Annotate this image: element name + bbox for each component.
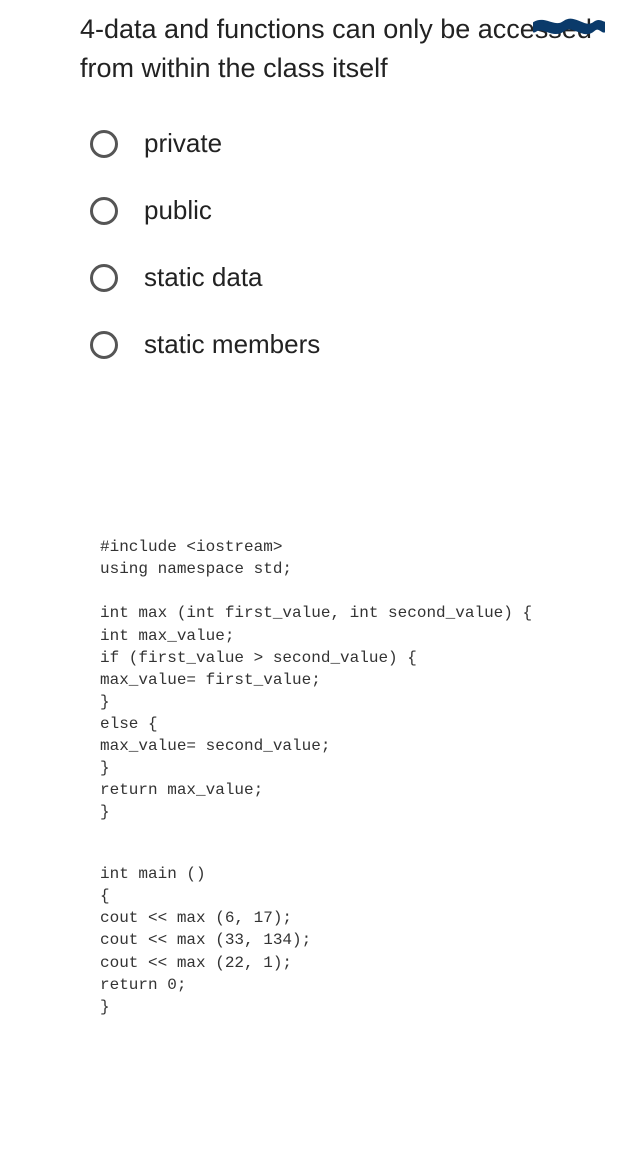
option-static-data[interactable]: static data — [90, 262, 623, 293]
option-label: static members — [144, 329, 320, 360]
radio-icon — [90, 331, 118, 359]
option-label: public — [144, 195, 212, 226]
options-list: private public static data static member… — [0, 128, 623, 360]
code-block: #include <iostream> using namespace std;… — [100, 536, 593, 1017]
option-static-members[interactable]: static members — [90, 329, 623, 360]
option-label: private — [144, 128, 222, 159]
option-private[interactable]: private — [90, 128, 623, 159]
radio-icon — [90, 130, 118, 158]
code-segment-2: int max (int first_value, int second_val… — [100, 602, 593, 823]
question-text: 4-data and functions can only be accesse… — [80, 14, 592, 83]
code-segment-1: #include <iostream> using namespace std; — [100, 538, 292, 578]
card-divider — [0, 436, 623, 506]
radio-icon — [90, 264, 118, 292]
option-label: static data — [144, 262, 263, 293]
question-text-container: 4-data and functions can only be accesse… — [0, 10, 623, 88]
question-card: 4-data and functions can only be accesse… — [0, 0, 623, 436]
code-card: #include <iostream> using namespace std;… — [0, 506, 623, 1047]
redaction-scribble-icon — [533, 18, 605, 36]
code-segment-3: int main () { cout << max (6, 17); cout … — [100, 863, 593, 1018]
option-public[interactable]: public — [90, 195, 623, 226]
radio-icon — [90, 197, 118, 225]
